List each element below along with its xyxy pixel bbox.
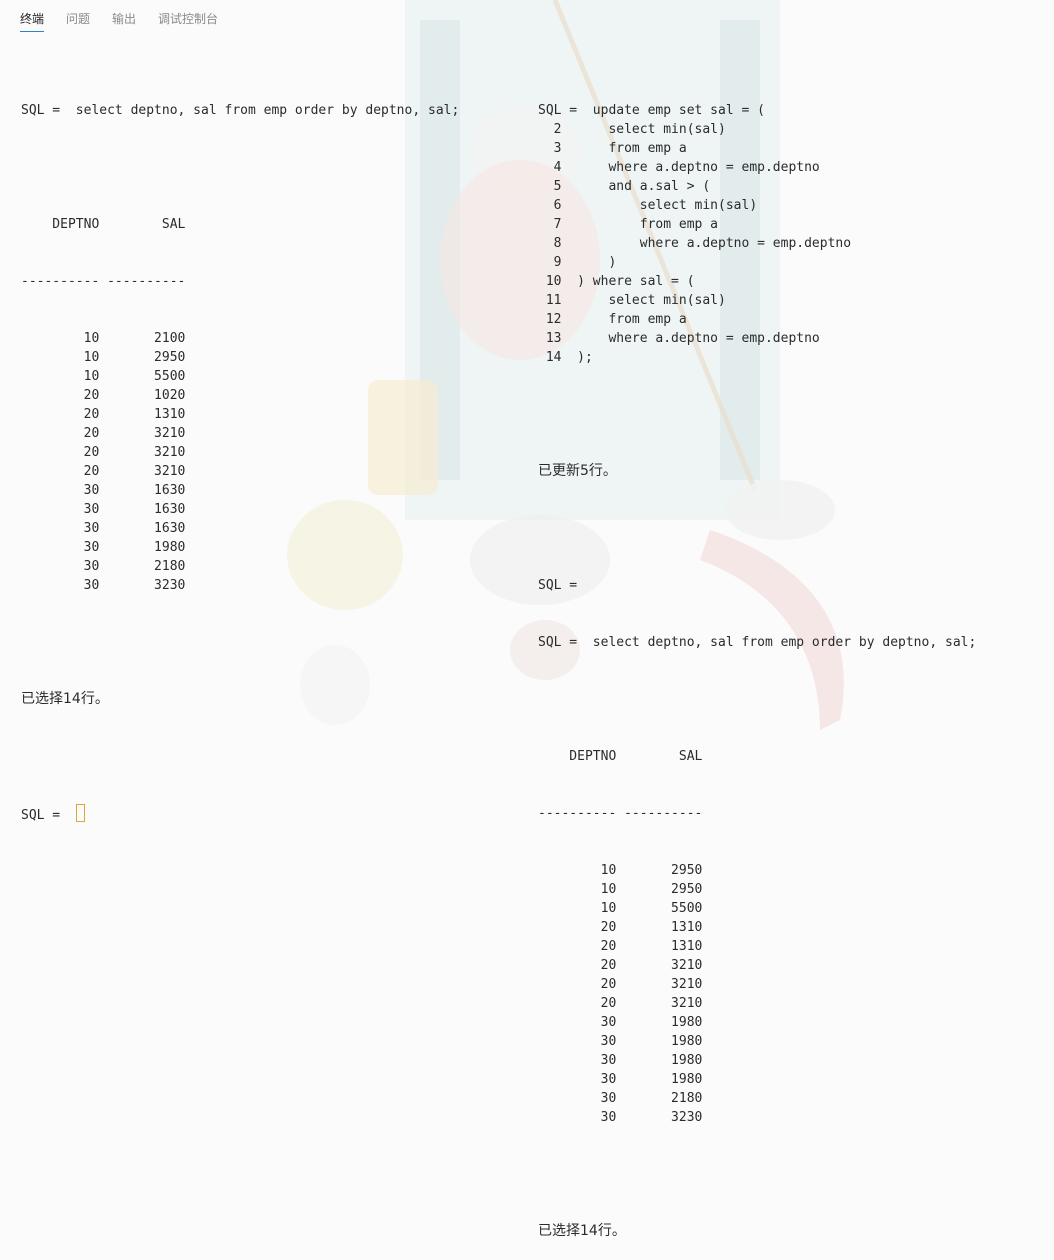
row-count-message: 已选择14行。 xyxy=(538,1223,626,1239)
table-row: 30 1630 xyxy=(21,502,186,517)
table-row: 20 3210 xyxy=(538,977,703,992)
table-row: 20 3210 xyxy=(538,958,703,973)
table-row: 30 2180 xyxy=(538,1091,703,1106)
terminal-pane-right[interactable]: SQL = update emp set sal = ( 2 select mi… xyxy=(538,63,976,1260)
table-row: 10 5500 xyxy=(21,369,186,384)
table-row: 30 1630 xyxy=(21,483,186,498)
result-header: DEPTNO SAL xyxy=(538,749,703,764)
table-row: 30 2180 xyxy=(21,559,186,574)
result-rows: 10 2950 10 2950 10 5500 20 1310 20 1310 … xyxy=(538,861,976,1127)
result-header: DEPTNO SAL xyxy=(21,217,186,232)
terminal-pane-left[interactable]: SQL = select deptno, sal from emp order … xyxy=(21,63,459,842)
row-count-message: 已选择14行。 xyxy=(21,691,109,707)
table-row: 30 1630 xyxy=(21,521,186,536)
table-row: 20 1310 xyxy=(21,407,186,422)
result-divider: ---------- ---------- xyxy=(21,274,186,289)
tab-debug-console[interactable]: 调试控制台 xyxy=(158,10,218,32)
panel-tabs: 终端 问题 输出 调试控制台 xyxy=(20,10,240,32)
table-row: 30 1980 xyxy=(21,540,186,555)
table-row: 30 1980 xyxy=(538,1034,703,1049)
tab-problems[interactable]: 问题 xyxy=(66,10,90,32)
sql-line: 12 from emp a xyxy=(538,312,687,327)
tab-output[interactable]: 输出 xyxy=(112,10,136,32)
sql-line: 6 select min(sal) xyxy=(538,198,758,213)
sql-line: 11 select min(sal) xyxy=(538,293,726,308)
table-row: 10 2100 xyxy=(21,331,186,346)
sql-command: SQL = select deptno, sal from emp order … xyxy=(21,103,460,118)
table-row: 20 3210 xyxy=(21,426,186,441)
sql-line: 8 where a.deptno = emp.deptno xyxy=(538,236,852,251)
sql-line: 5 and a.sal > ( xyxy=(538,179,711,194)
sql-line: 4 where a.deptno = emp.deptno xyxy=(538,160,820,175)
sql-prompt-empty: SQL = xyxy=(538,578,578,593)
table-row: 10 2950 xyxy=(538,863,703,878)
sql-command: SQL = select deptno, sal from emp order … xyxy=(538,635,977,650)
table-row: 30 1980 xyxy=(538,1072,703,1087)
table-row: 10 2950 xyxy=(21,350,186,365)
table-row: 30 1980 xyxy=(538,1053,703,1068)
update-statement: SQL = update emp set sal = ( 2 select mi… xyxy=(538,101,976,367)
table-row: 20 1310 xyxy=(538,939,703,954)
sql-line: 9 ) xyxy=(538,255,617,270)
table-row: 20 3210 xyxy=(538,996,703,1011)
table-row: 20 3210 xyxy=(21,445,186,460)
sql-line: 13 where a.deptno = emp.deptno xyxy=(538,331,820,346)
sql-line: 10 ) where sal = ( xyxy=(538,274,695,289)
table-row: 30 3230 xyxy=(538,1110,703,1125)
table-row: 30 3230 xyxy=(21,578,186,593)
result-rows: 10 2100 10 2950 10 5500 20 1020 20 1310 … xyxy=(21,329,459,595)
table-row: 20 1310 xyxy=(538,920,703,935)
table-row: 20 3210 xyxy=(21,464,186,479)
table-row: 10 5500 xyxy=(538,901,703,916)
table-row: 10 2950 xyxy=(538,882,703,897)
tab-terminal[interactable]: 终端 xyxy=(20,10,45,32)
text-cursor xyxy=(75,804,85,822)
sql-prompt[interactable]: SQL = xyxy=(21,804,459,823)
sql-line: 7 from emp a xyxy=(538,217,719,232)
result-divider: ---------- ---------- xyxy=(538,806,703,821)
sql-line: 14 ); xyxy=(538,350,593,365)
updated-message: 已更新5行。 xyxy=(538,463,617,479)
sql-line: 3 from emp a xyxy=(538,141,687,156)
table-row: 20 1020 xyxy=(21,388,186,403)
table-row: 30 1980 xyxy=(538,1015,703,1030)
prompt-label: SQL = xyxy=(21,808,68,823)
sql-line: SQL = update emp set sal = ( xyxy=(538,103,765,118)
sql-line: 2 select min(sal) xyxy=(538,122,726,137)
